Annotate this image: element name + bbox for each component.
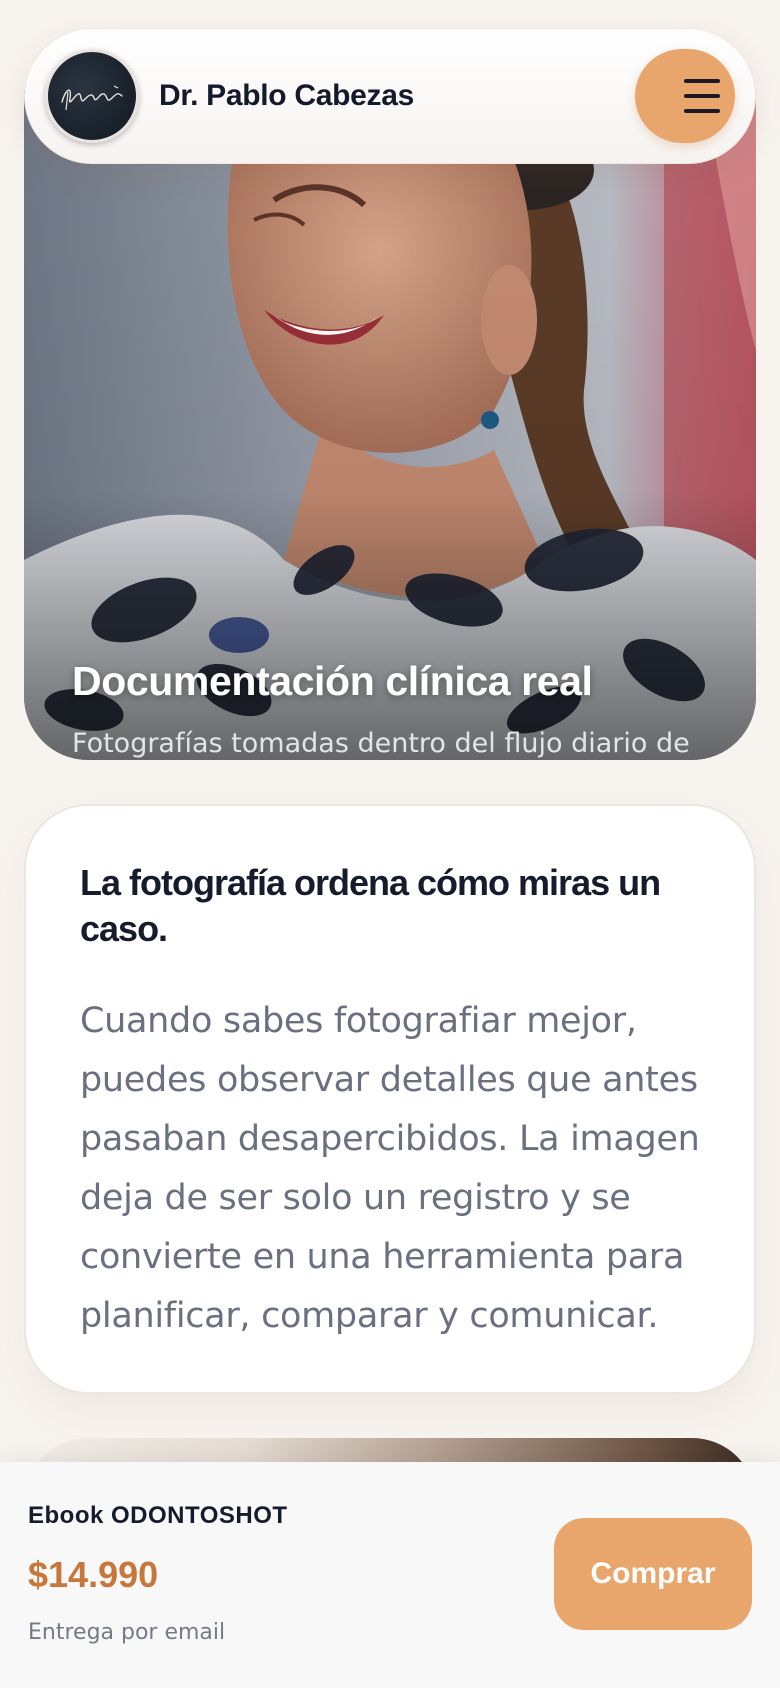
signature-logo-icon xyxy=(61,85,123,111)
intro-body: Cuando sabes fotografiar mejor, puedes o… xyxy=(80,1001,700,1336)
intro-card: La fotografía ordena cómo miras un caso.… xyxy=(24,804,756,1394)
delivery-note: Entrega por email xyxy=(28,1620,226,1645)
buy-button[interactable]: Comprar xyxy=(554,1518,752,1630)
intro-heading: La fotografía ordena cómo miras un caso. xyxy=(80,862,661,949)
hero-subtitle: Fotografías tomadas dentro del flujo dia… xyxy=(72,728,690,759)
product-price: $14.990 xyxy=(28,1554,159,1595)
menu-button[interactable] xyxy=(635,49,735,143)
purchase-bar: Ebook ODONTOSHOT $14.990 Entrega por ema… xyxy=(0,1462,780,1688)
hero-card: Documentación clínica real Fotografías t… xyxy=(24,90,756,760)
hero-title: Documentación clínica real xyxy=(72,658,593,704)
site-header: Dr. Pablo Cabezas xyxy=(24,28,756,164)
product-name: Ebook ODONTOSHOT xyxy=(28,1502,288,1529)
brand-name[interactable]: Dr. Pablo Cabezas xyxy=(159,79,414,113)
avatar[interactable] xyxy=(45,49,139,143)
